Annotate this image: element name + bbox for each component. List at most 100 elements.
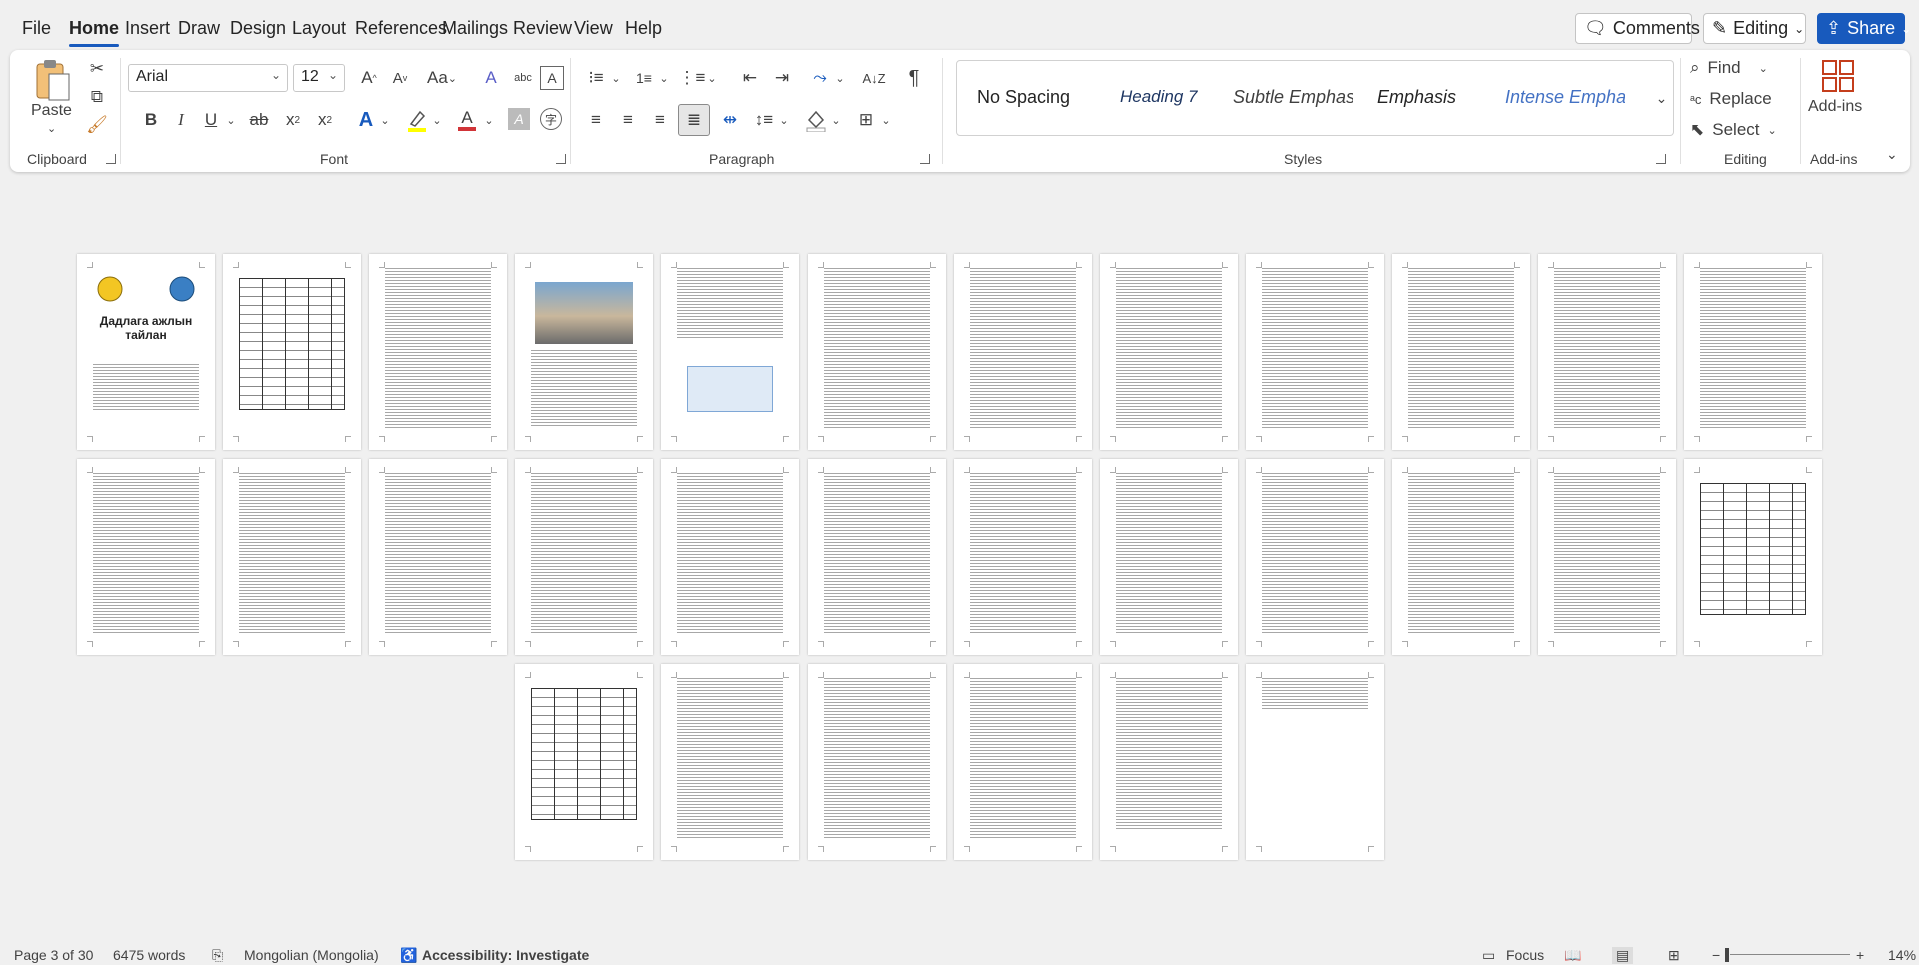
- zoom-slider-thumb[interactable]: [1725, 948, 1729, 962]
- distributed-icon[interactable]: ⇹: [716, 106, 744, 134]
- page-thumbnail[interactable]: [1392, 459, 1530, 655]
- chevron-down-icon[interactable]: ⌄: [830, 106, 842, 134]
- font-launcher-icon[interactable]: [556, 154, 566, 164]
- numbering-icon[interactable]: 1≡: [630, 64, 658, 92]
- tab-insert[interactable]: Insert: [125, 18, 170, 39]
- styles-more-button[interactable]: ⌄: [1650, 60, 1674, 136]
- strikethrough-button[interactable]: ab: [246, 106, 272, 134]
- print-layout-icon[interactable]: ▤: [1612, 947, 1634, 964]
- web-layout-icon[interactable]: ⊞: [1668, 947, 1680, 964]
- page-thumbnail[interactable]: [1246, 664, 1384, 860]
- chevron-down-icon[interactable]: ⌄: [430, 106, 444, 134]
- page-thumbnail[interactable]: [808, 254, 946, 450]
- read-mode-icon[interactable]: 📖: [1564, 947, 1581, 964]
- grow-font-button[interactable]: A ^: [357, 64, 381, 92]
- page-thumbnail[interactable]: [223, 254, 361, 450]
- pilcrow-icon[interactable]: ¶: [900, 64, 928, 92]
- page-thumbnail[interactable]: [661, 459, 799, 655]
- paste-button[interactable]: Paste: [31, 102, 72, 120]
- tab-design[interactable]: Design: [230, 18, 286, 39]
- chevron-down-icon[interactable]: ⌄: [224, 106, 238, 134]
- line-spacing-icon[interactable]: ↕≡: [750, 106, 778, 134]
- align-left-icon[interactable]: ≡: [582, 106, 610, 134]
- page-thumbnail[interactable]: [661, 254, 799, 450]
- replace-button[interactable]: ᵃc Replace: [1690, 87, 1772, 111]
- focus-button[interactable]: Focus: [1506, 947, 1544, 963]
- zoom-in-icon[interactable]: +: [1856, 947, 1864, 963]
- style-subtle-emphasis[interactable]: Subtle Emphas: [1233, 87, 1353, 108]
- page-thumbnail[interactable]: [369, 254, 507, 450]
- copy-icon[interactable]: ⧉: [86, 86, 108, 108]
- align-center-icon[interactable]: ≡: [614, 106, 642, 134]
- page-thumbnail[interactable]: [1100, 459, 1238, 655]
- decrease-indent-icon[interactable]: ⇤: [736, 64, 764, 92]
- text-direction-icon[interactable]: ⤳: [806, 64, 834, 92]
- font-color-button[interactable]: A: [454, 106, 480, 134]
- chevron-down-icon[interactable]: ⌄: [880, 106, 892, 134]
- page-thumbnail[interactable]: [1684, 459, 1822, 655]
- zoom-slider[interactable]: [1730, 954, 1850, 955]
- superscript-button[interactable]: x2: [312, 106, 338, 134]
- paragraph-launcher-icon[interactable]: [920, 154, 930, 164]
- tab-layout[interactable]: Layout: [292, 18, 346, 39]
- cut-icon[interactable]: ✂: [86, 58, 108, 80]
- page-thumbnail[interactable]: [223, 459, 361, 655]
- page-thumbnail[interactable]: [1538, 459, 1676, 655]
- sort-icon[interactable]: A↓Z: [860, 64, 888, 92]
- chevron-down-icon[interactable]: ⌄: [834, 64, 846, 92]
- page-thumbnail[interactable]: [515, 664, 653, 860]
- tab-view[interactable]: View: [574, 18, 613, 39]
- bold-button[interactable]: B: [140, 106, 162, 134]
- shrink-font-button[interactable]: Av: [388, 64, 412, 92]
- chevron-down-icon[interactable]: ⌄: [47, 122, 56, 135]
- tab-references[interactable]: References: [355, 18, 447, 39]
- shading-icon[interactable]: [802, 106, 830, 134]
- clear-formatting-button[interactable]: A: [478, 64, 504, 92]
- clipboard-launcher-icon[interactable]: [106, 154, 116, 164]
- collapse-ribbon-icon[interactable]: ⌄: [1886, 146, 1898, 163]
- format-painter-icon[interactable]: 🖌: [86, 114, 108, 136]
- page-thumbnail[interactable]: [954, 459, 1092, 655]
- justify-icon[interactable]: ≣: [678, 104, 710, 136]
- highlight-icon[interactable]: [404, 106, 430, 134]
- tab-file[interactable]: File: [22, 18, 51, 39]
- zoom-level[interactable]: 14%: [1888, 947, 1916, 963]
- tab-home[interactable]: Home: [69, 18, 120, 47]
- chevron-down-icon[interactable]: ⌄: [706, 64, 718, 92]
- page-thumbnail[interactable]: Дадлага ажлын тайлан: [77, 254, 215, 450]
- page-thumbnail[interactable]: [369, 459, 507, 655]
- select-button[interactable]: ⬉ Select ⌄: [1690, 118, 1777, 142]
- styles-launcher-icon[interactable]: [1656, 154, 1666, 164]
- subscript-button[interactable]: x2: [280, 106, 306, 134]
- text-effects-button[interactable]: A: [354, 106, 378, 134]
- page-thumbnail[interactable]: [661, 664, 799, 860]
- underline-button[interactable]: U: [200, 106, 222, 134]
- align-right-icon[interactable]: ≡: [646, 106, 674, 134]
- borders-icon[interactable]: ⊞: [852, 106, 880, 134]
- increase-indent-icon[interactable]: ⇥: [768, 64, 796, 92]
- page-thumbnail[interactable]: [954, 664, 1092, 860]
- page-thumbnail[interactable]: [77, 459, 215, 655]
- character-border-button[interactable]: A: [540, 66, 564, 90]
- paste-icon[interactable]: [30, 56, 74, 104]
- page-thumbnail[interactable]: [808, 459, 946, 655]
- page-thumbnail[interactable]: [808, 664, 946, 860]
- add-ins-icon[interactable]: [1820, 58, 1856, 94]
- focus-icon[interactable]: ▭: [1482, 947, 1495, 964]
- chevron-down-icon[interactable]: ⌄: [482, 106, 496, 134]
- tab-review[interactable]: Review: [513, 18, 572, 39]
- accessibility-status[interactable]: Accessibility: Investigate: [422, 947, 589, 963]
- chevron-down-icon[interactable]: ⌄: [610, 64, 622, 92]
- bullets-icon[interactable]: ⁝≡: [582, 64, 610, 92]
- page-thumbnail[interactable]: [1538, 254, 1676, 450]
- proofing-icon[interactable]: ⎘: [212, 947, 223, 964]
- language-indicator[interactable]: Mongolian (Mongolia): [244, 947, 379, 963]
- italic-button[interactable]: I: [170, 106, 192, 134]
- phonetic-guide-icon[interactable]: abc: [510, 64, 536, 92]
- word-count[interactable]: 6475 words: [113, 947, 185, 963]
- chevron-down-icon[interactable]: ⌄: [658, 64, 670, 92]
- style-intense-emphasis[interactable]: Intense Empha: [1505, 87, 1625, 108]
- tab-help[interactable]: Help: [625, 18, 662, 39]
- page-indicator[interactable]: Page 3 of 30: [14, 947, 93, 963]
- page-thumbnail[interactable]: [515, 459, 653, 655]
